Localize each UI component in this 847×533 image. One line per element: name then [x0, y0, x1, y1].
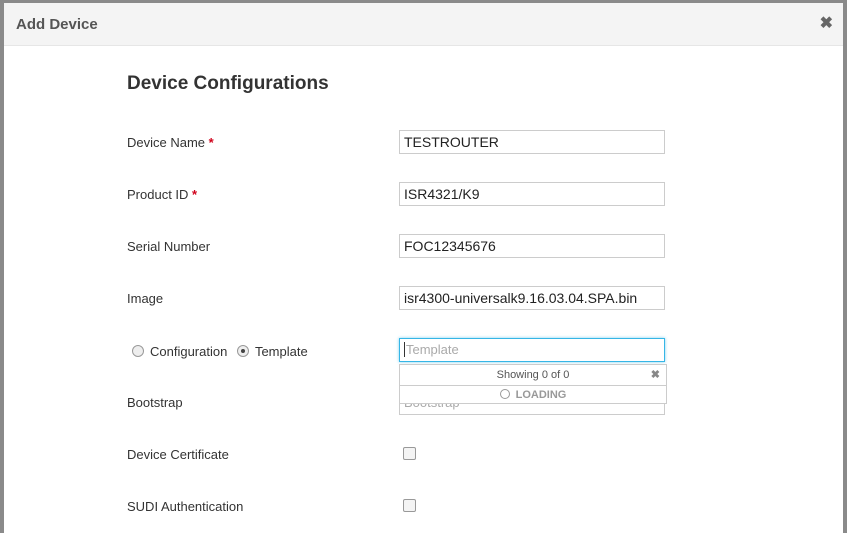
radio-configuration[interactable]: Configuration: [132, 344, 227, 359]
loading-spinner-icon: [499, 389, 510, 399]
sudi-authentication-checkbox[interactable]: [403, 499, 416, 512]
radio-checked-icon: [236, 345, 249, 357]
sudi-authentication-label: SUDI Authentication: [127, 499, 244, 514]
device-certificate-checkbox[interactable]: [403, 447, 416, 460]
config-type-radio-group: Configuration Template: [132, 344, 308, 359]
image-input[interactable]: isr4300-universalk9.16.03.04.SPA.bin: [399, 286, 665, 310]
close-icon[interactable]: ✖: [820, 13, 833, 33]
serial-number-input[interactable]: FOC12345676: [399, 234, 665, 258]
product-id-label: Product ID *: [127, 187, 198, 202]
add-device-modal: Add Device ✖ Device Configurations Devic…: [4, 3, 843, 533]
serial-number-label: Serial Number: [127, 239, 211, 254]
template-input[interactable]: Template: [399, 338, 665, 362]
product-id-input[interactable]: ISR4321/K9: [399, 182, 665, 206]
radio-template[interactable]: Template: [236, 344, 308, 359]
device-name-input[interactable]: TESTROUTER: [399, 130, 665, 154]
device-name-label: Device Name *: [127, 135, 214, 150]
bootstrap-label: Bootstrap: [127, 395, 183, 410]
modal-header: Add Device ✖: [4, 3, 843, 46]
radio-circle-icon: [132, 345, 144, 357]
dropdown-status: Showing 0 of 0: [496, 369, 570, 381]
dropdown-close-icon[interactable]: ✖: [651, 365, 660, 385]
modal-title: Add Device: [16, 16, 98, 33]
loading-text: LOADING: [515, 389, 567, 401]
section-title: Device Configurations: [127, 73, 329, 94]
device-certificate-label: Device Certificate: [127, 447, 229, 462]
image-label: Image: [127, 291, 164, 306]
template-dropdown: Showing 0 of 0 ✖ LOADING: [399, 364, 667, 404]
